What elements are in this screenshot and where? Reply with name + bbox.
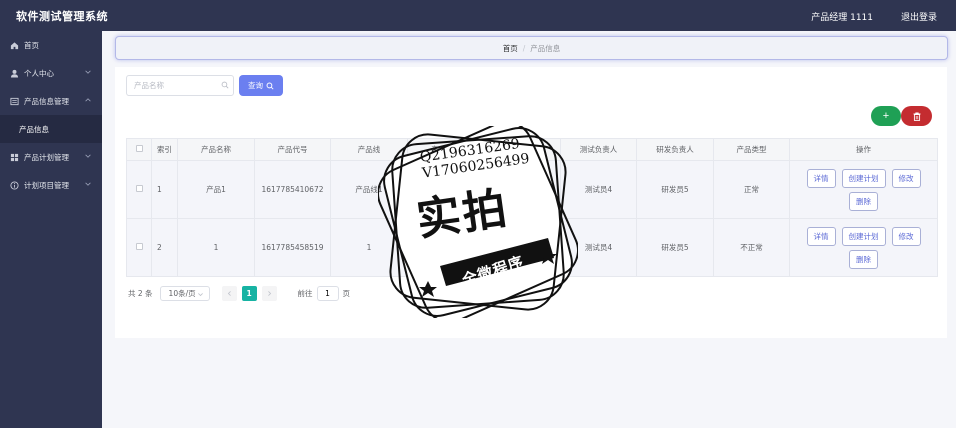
- top-bar: 软件测试管理系统 产品经理 1111 退出登录: [0, 0, 956, 31]
- chevron-down-icon: [197, 292, 203, 296]
- select-all-cell[interactable]: [126, 138, 152, 161]
- row-select-cell[interactable]: [126, 218, 152, 277]
- create-plan-button[interactable]: 创建计划: [841, 226, 886, 246]
- watermark-stamp: Q2196316269 V17060256499 实拍 全微程序: [378, 126, 578, 318]
- sidebar-item-label: 计划项目管理: [24, 180, 69, 190]
- user-icon: [10, 69, 19, 78]
- delete-button[interactable]: 删除: [849, 249, 878, 269]
- column-header: 索引: [151, 138, 178, 161]
- goto-page-input[interactable]: [316, 285, 339, 301]
- add-button[interactable]: +: [871, 106, 901, 126]
- chevron-down-icon: [85, 154, 91, 158]
- breadcrumb: 首页 / 产品信息: [115, 36, 948, 60]
- page-suffix: 页: [342, 288, 351, 298]
- select-all-checkbox[interactable]: [135, 145, 143, 152]
- detail-button[interactable]: 详情: [806, 226, 836, 246]
- breadcrumb-separator: /: [522, 43, 526, 53]
- sidebar-item-personal[interactable]: 个人中心: [0, 59, 102, 87]
- batch-delete-button[interactable]: [901, 106, 932, 126]
- pagination: 共 2 条 10条/页 1 前往 页: [128, 285, 350, 301]
- sidebar-item-label: 首页: [24, 40, 39, 50]
- app-title: 软件测试管理系统: [16, 10, 108, 23]
- create-plan-button[interactable]: 创建计划: [841, 168, 886, 188]
- sidebar-item-label: 个人中心: [24, 68, 54, 78]
- sidebar-item-label: 产品信息管理: [24, 96, 69, 106]
- watermark-main-text: 实拍: [413, 182, 512, 247]
- cell-ops: 详情 创建计划 修改 删除: [789, 218, 938, 277]
- edit-button[interactable]: 修改: [891, 226, 921, 246]
- chevron-up-icon: [85, 98, 91, 102]
- search-icon: [266, 82, 274, 90]
- page-size-select[interactable]: 10条/页: [159, 285, 210, 301]
- home-icon: [10, 41, 19, 50]
- cell-ops: 详情 创建计划 修改 删除: [789, 160, 938, 219]
- sidebar-item-product-info-mgmt[interactable]: 产品信息管理: [0, 87, 102, 115]
- row-checkbox[interactable]: [135, 185, 143, 192]
- row-checkbox[interactable]: [135, 243, 143, 250]
- breadcrumb-current: 产品信息: [530, 43, 561, 53]
- cell-rnd: 研发员5: [636, 160, 714, 219]
- column-header: 产品类型: [713, 138, 790, 161]
- cell-name: 1: [177, 218, 255, 277]
- cell-type: 不正常: [713, 218, 790, 277]
- chevron-right-icon: [267, 290, 271, 296]
- page-size-value: 10条/页: [168, 288, 196, 298]
- column-header: 产品代号: [254, 138, 331, 161]
- cell-index: 1: [151, 160, 178, 219]
- cell-code: 1617785410672: [254, 160, 331, 219]
- prev-page-button[interactable]: [221, 285, 237, 301]
- grid-icon: [10, 153, 19, 162]
- cell-name: 产品1: [177, 160, 255, 219]
- cell-type: 正常: [713, 160, 790, 219]
- list-icon: [10, 97, 19, 106]
- query-button-label: 查询: [248, 81, 263, 90]
- column-header: 操作: [789, 138, 938, 161]
- delete-button[interactable]: 删除: [849, 191, 878, 211]
- edit-button[interactable]: 修改: [891, 168, 921, 188]
- product-name-search-input[interactable]: [126, 75, 234, 96]
- detail-button[interactable]: 详情: [806, 168, 836, 188]
- column-header: 研发负责人: [636, 138, 714, 161]
- chevron-left-icon: [227, 290, 231, 296]
- goto-label: 前往: [297, 288, 313, 298]
- trash-icon: [913, 112, 920, 121]
- chevron-down-icon: [85, 70, 91, 74]
- sidebar-item-home[interactable]: 首页: [0, 31, 102, 59]
- page-number-current[interactable]: 1: [241, 285, 257, 301]
- sidebar-item-label: 产品信息: [19, 124, 49, 134]
- cell-code: 1617785458519: [254, 218, 331, 277]
- info-icon: [10, 180, 19, 190]
- user-name: 产品经理 1111: [811, 13, 873, 23]
- pagination-total: 共 2 条: [128, 288, 153, 298]
- chevron-down-icon: [85, 182, 91, 186]
- query-button[interactable]: 查询: [239, 75, 283, 96]
- breadcrumb-home[interactable]: 首页: [503, 43, 518, 54]
- sidebar-item-product-info[interactable]: 产品信息: [0, 115, 102, 143]
- next-page-button[interactable]: [261, 285, 277, 301]
- column-header: 产品名称: [177, 138, 255, 161]
- cell-rnd: 研发员5: [636, 218, 714, 277]
- sidebar-item-product-plan[interactable]: 产品计划管理: [0, 143, 102, 171]
- logout-link[interactable]: 退出登录: [901, 10, 937, 23]
- search-icon: [221, 81, 229, 89]
- sidebar: 首页 个人中心 产品信息管理 产品信息 产品计划管理 计划项目管理: [0, 31, 102, 428]
- sidebar-item-plan-project[interactable]: 计划项目管理: [0, 171, 102, 199]
- cell-index: 2: [151, 218, 178, 277]
- row-select-cell[interactable]: [126, 160, 152, 219]
- sidebar-item-label: 产品计划管理: [24, 152, 69, 162]
